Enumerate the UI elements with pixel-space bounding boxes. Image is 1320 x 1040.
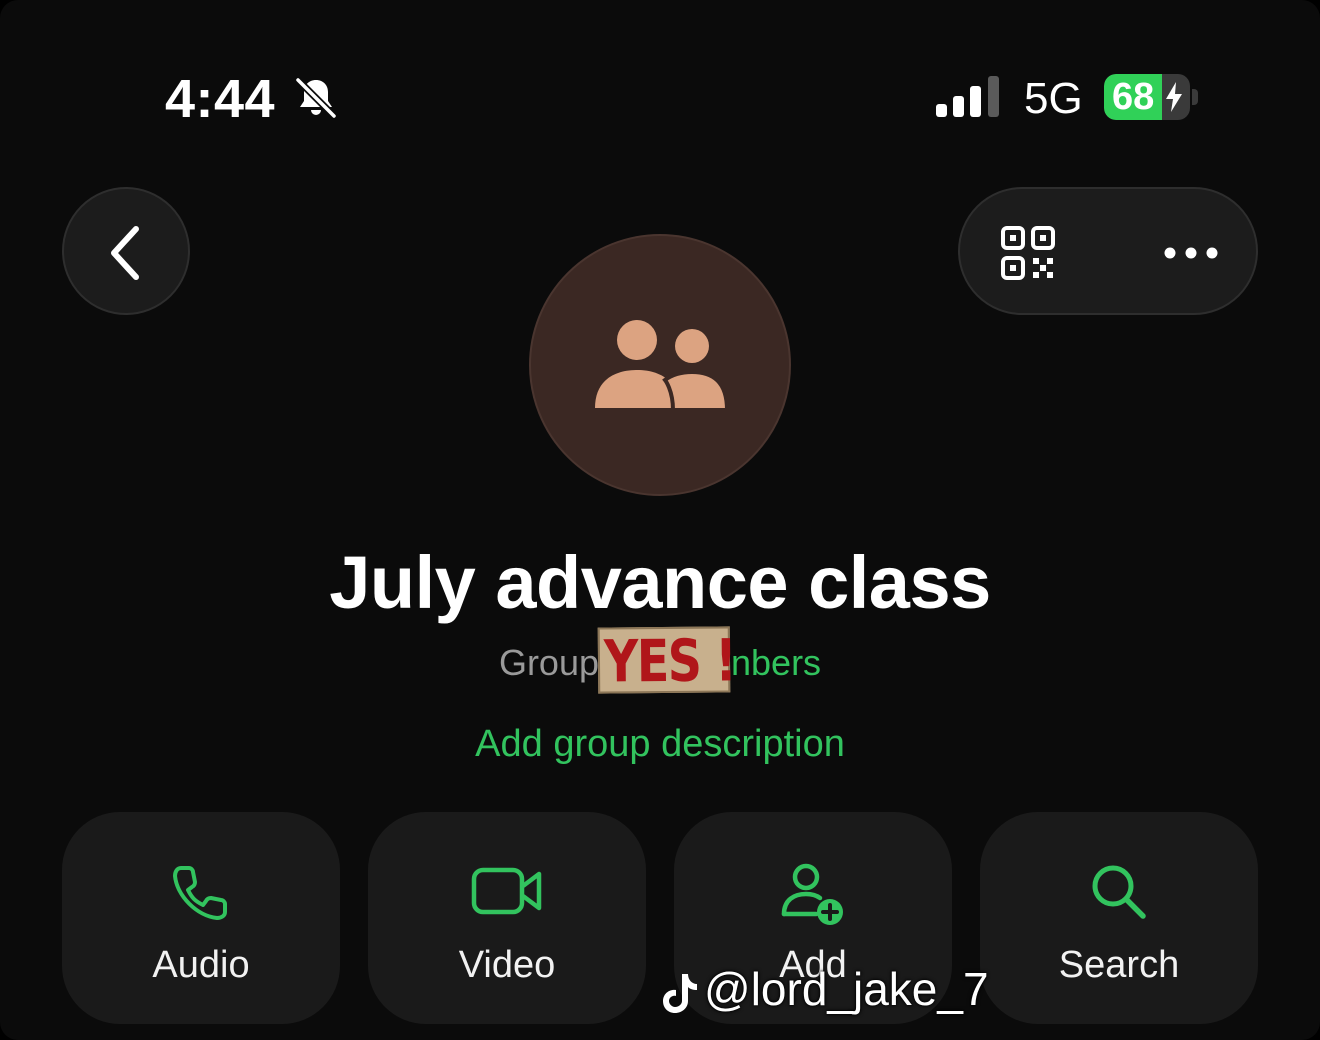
ellipsis-icon[interactable]: [1164, 247, 1218, 259]
battery-indicator: 68: [1104, 74, 1190, 120]
audio-call-button[interactable]: [62, 812, 340, 1024]
video-camera-icon: [471, 867, 542, 915]
search-icon: [1092, 865, 1146, 919]
tiktok-watermark: @lord_jake_7: [662, 962, 989, 1016]
status-time: 4:44: [165, 69, 276, 129]
add-description-link[interactable]: Add group description: [0, 723, 1320, 766]
phone-icon: [173, 866, 227, 920]
back-button[interactable]: [62, 187, 190, 315]
battery-cap: [1192, 89, 1198, 105]
charging-bolt-icon: [1166, 82, 1182, 112]
watermark-text: @lord_jake_7: [704, 963, 989, 1015]
qr-code-icon[interactable]: [1000, 225, 1056, 281]
video-label: Video: [458, 944, 556, 986]
search-label: Search: [1058, 944, 1180, 986]
network-type: 5G: [1024, 74, 1083, 123]
group-people-icon: [595, 320, 729, 410]
group-avatar[interactable]: [529, 234, 791, 496]
sticker-text: YES !: [603, 626, 736, 696]
signal-bars-icon: [936, 76, 999, 117]
chevron-left-icon: [111, 226, 139, 280]
video-call-button[interactable]: [368, 812, 646, 1024]
subtitle-prefix: Group: [498, 642, 599, 683]
subtitle-members[interactable]: nbers: [731, 642, 821, 683]
search-button[interactable]: [980, 812, 1258, 1024]
group-name: July advance class: [329, 541, 991, 624]
header-actions: [958, 187, 1258, 315]
tiktok-icon: [663, 973, 697, 1013]
add-person-icon: [781, 863, 843, 925]
battery-percent: 68: [1112, 76, 1155, 118]
yes-sticker-overlay: YES !: [597, 626, 736, 696]
group-info-screen: 4:44 5G 68 July advance class Group nber…: [0, 0, 1320, 1040]
audio-label: Audio: [152, 944, 250, 986]
bell-slash-icon: [295, 77, 337, 119]
